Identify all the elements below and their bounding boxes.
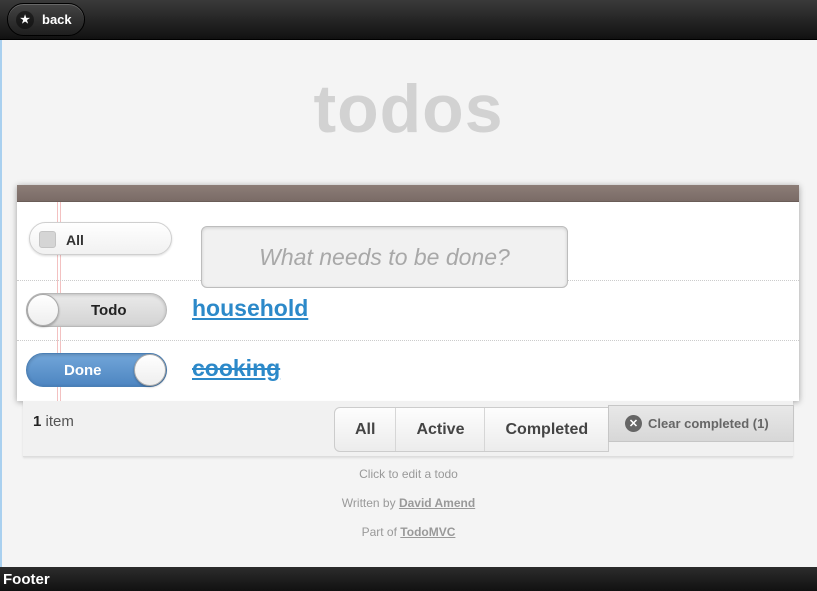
star-icon: ★ [16,10,34,29]
toggle-all-label: All [66,232,84,248]
panel-top-band [17,185,799,202]
new-todo-row: All [17,202,799,288]
toggle-label: Done [64,362,102,379]
filter-completed[interactable]: Completed [484,408,608,451]
app-title: todos [313,71,504,147]
project-prefix: Part of [361,525,397,539]
todo-item: Todo household [17,281,799,341]
toggle-all-button[interactable]: All [29,222,172,255]
project-line: Part of TodoMVC [0,525,817,539]
checkbox-icon [39,231,56,248]
clear-completed-button[interactable]: ✕ Clear completed (1) [608,405,794,442]
project-link[interactable]: TodoMVC [400,525,455,539]
todo-title[interactable]: household [192,295,308,322]
page-footer-bar: Footer [0,567,817,591]
toggle-label: Todo [91,302,127,319]
todo-status-toggle[interactable]: Done [26,353,167,387]
todo-count: 1 item [33,413,74,430]
close-circle-icon: ✕ [625,415,642,432]
new-todo-input[interactable] [201,226,568,288]
back-label: back [42,12,72,27]
toggle-knob [27,294,59,326]
toggle-knob [134,354,166,386]
edit-hint: Click to edit a todo [359,467,458,481]
filter-all[interactable]: All [335,408,395,451]
clear-completed-label: Clear completed (1) [648,416,769,431]
todo-item: Done cooking [17,341,799,401]
credit-line: Written by David Amend [0,496,817,510]
header-bar: ★ back [0,0,817,40]
back-button[interactable]: ★ back [7,3,85,36]
todo-count-suffix: item [45,413,74,430]
page-footer-label: Footer [3,571,50,588]
filter-group: All Active Completed [334,407,610,452]
author-link[interactable]: David Amend [399,496,475,510]
todo-panel: All Todo household Done cooking [17,185,799,401]
todo-footer: 1 item All Active Completed ✕ Clear comp… [23,401,794,457]
filter-active[interactable]: Active [395,408,484,451]
todo-count-number: 1 [33,413,42,430]
credit-prefix: Written by [341,496,396,510]
todo-status-toggle[interactable]: Todo [26,293,167,327]
todo-title[interactable]: cooking [192,355,280,382]
